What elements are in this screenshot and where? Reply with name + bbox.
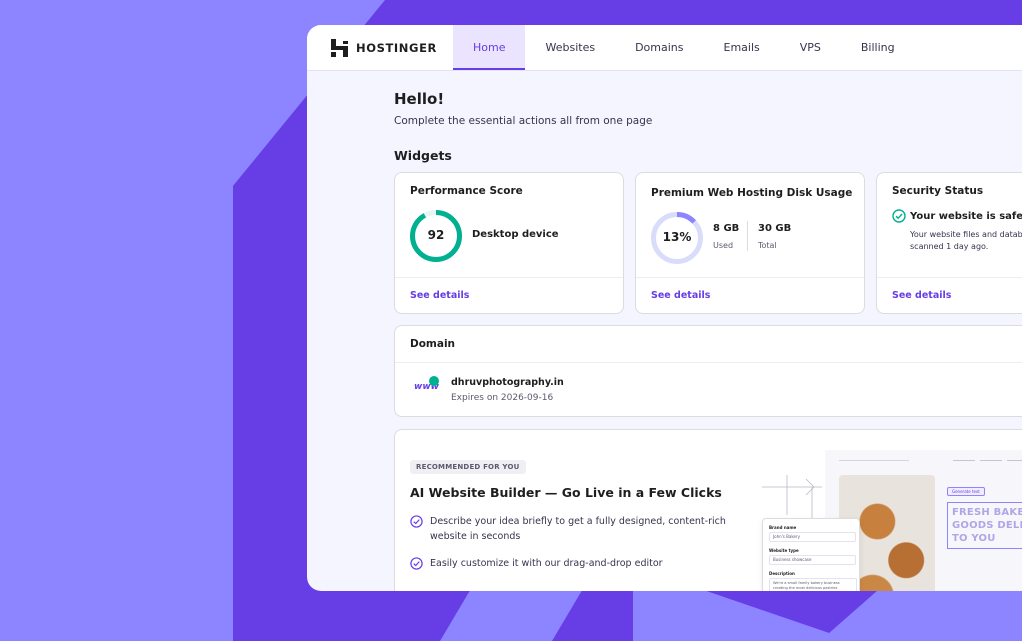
domain-name[interactable]: dhruvphotography.in <box>451 377 564 388</box>
feature-text: Easily customize it with our drag-and-dr… <box>430 558 663 569</box>
disk-total-label: Total <box>758 241 777 250</box>
disk-used-value: 8 GB <box>713 223 740 234</box>
tab-vps[interactable]: VPS <box>780 25 841 70</box>
security-see-details-link[interactable]: See details <box>892 290 951 301</box>
tab-home[interactable]: Home <box>453 25 526 70</box>
check-circle-icon <box>410 515 423 528</box>
recommendation-card: RECOMMENDED FOR YOU AI Website Builder —… <box>394 429 1022 591</box>
performance-see-details-link[interactable]: See details <box>410 290 469 301</box>
performance-score-card: Performance Score 92 Desktop device See … <box>394 172 624 314</box>
domain-expiry: Expires on 2026-09-16 <box>451 393 554 403</box>
nav-tabs: Home Websites Domains Emails VPS Billing <box>453 25 915 70</box>
feature-item: Describe your idea briefly to get a full… <box>410 514 750 544</box>
check-circle-icon <box>892 209 906 223</box>
builder-form-panel: Brand name John's Bakery Website type Bu… <box>762 518 860 591</box>
top-navigation: HOSTINGER Home Websites Domains Emails V… <box>307 25 1022 71</box>
domain-card-title: Domain <box>410 338 456 350</box>
hostinger-logo-icon <box>331 39 348 57</box>
page-subtitle: Complete the essential actions all from … <box>394 115 653 127</box>
page-title: Hello! <box>394 90 445 108</box>
disk-used-label: Used <box>713 241 734 250</box>
tab-billing[interactable]: Billing <box>841 25 915 70</box>
performance-card-title: Performance Score <box>410 185 523 197</box>
security-detail-line2: scanned 1 day ago. <box>910 242 989 251</box>
recommended-badge: RECOMMENDED FOR YOU <box>410 460 526 474</box>
divider <box>747 221 748 251</box>
recommendation-title: AI Website Builder — Go Live in a Few Cl… <box>410 485 722 500</box>
tab-emails[interactable]: Emails <box>704 25 780 70</box>
security-card-title: Security Status <box>892 185 984 197</box>
www-icon: www <box>414 376 442 396</box>
disk-see-details-link[interactable]: See details <box>651 290 710 301</box>
disk-usage-card: Premium Web Hosting Disk Usage 13% 8 GB … <box>635 172 865 314</box>
disk-usage-percent: 13% <box>662 230 692 244</box>
feature-item: Easily customize it with our drag-and-dr… <box>410 556 750 571</box>
performance-device: Desktop device <box>472 229 559 240</box>
security-detail-line1: Your website files and databas <box>910 230 1022 239</box>
generate-text-tag: Generate text <box>947 487 985 496</box>
hostinger-logo[interactable]: HOSTINGER <box>331 38 437 58</box>
feature-text: Describe your idea briefly to get a full… <box>430 516 726 542</box>
widgets-heading: Widgets <box>394 148 452 163</box>
disk-total-value: 30 GB <box>758 223 792 234</box>
tab-domains[interactable]: Domains <box>615 25 703 70</box>
security-status-text: Your website is safe <box>910 211 1022 222</box>
preview-headline: FRESH BAKED GOODS DELIVERE TO YOU <box>947 502 1022 549</box>
check-circle-icon <box>410 557 423 570</box>
tab-websites[interactable]: Websites <box>525 25 615 70</box>
app-window: HOSTINGER Home Websites Domains Emails V… <box>307 25 1022 591</box>
disk-card-title: Premium Web Hosting Disk Usage <box>651 187 853 199</box>
security-status-card: Security Status Your website is safe You… <box>876 172 1022 314</box>
domain-card: Domain www dhruvphotography.in Expires o… <box>394 325 1022 417</box>
performance-score-value: 92 <box>427 228 445 242</box>
brand-name: HOSTINGER <box>356 41 437 55</box>
